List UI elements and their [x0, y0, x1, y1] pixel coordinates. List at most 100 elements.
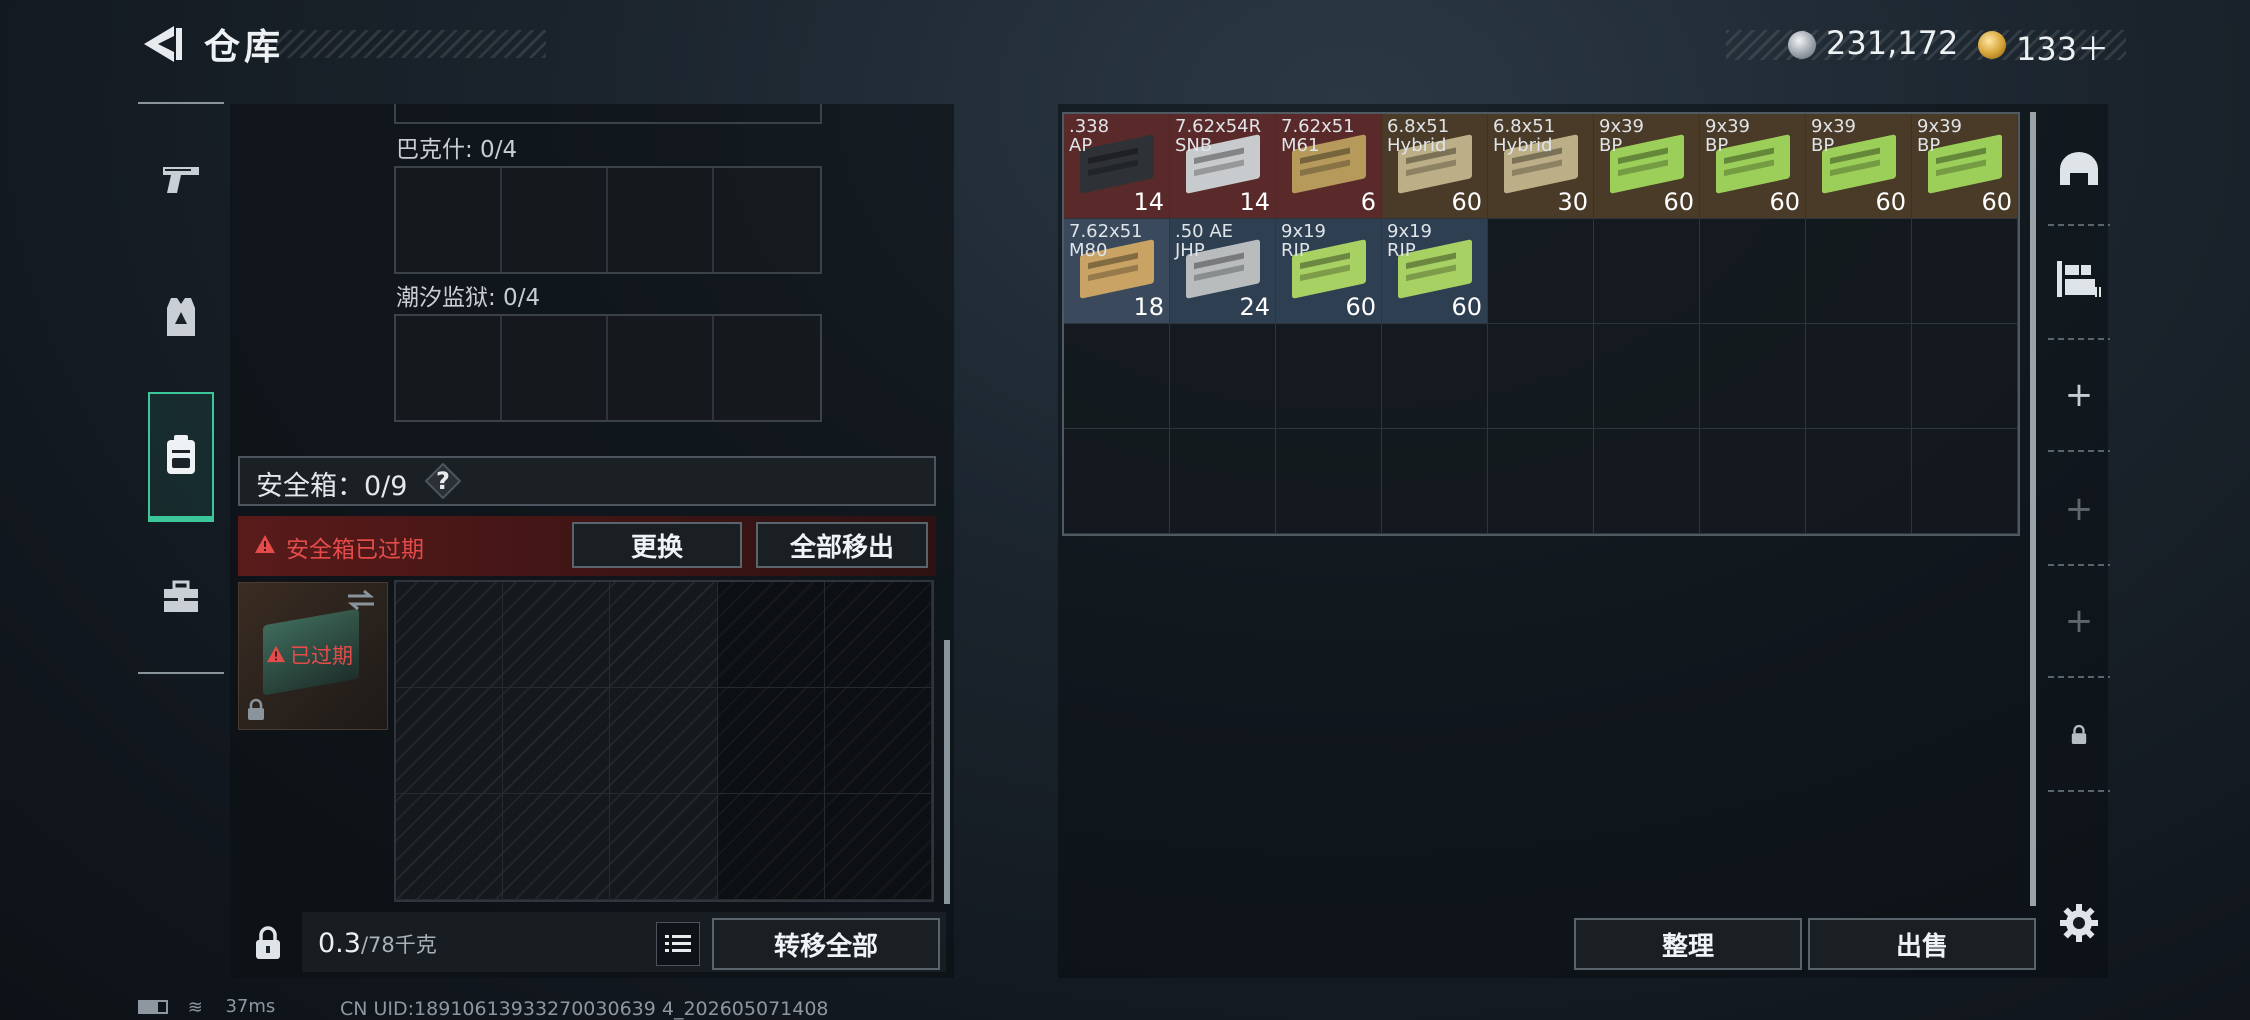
slot[interactable]: [396, 168, 502, 272]
stash-item[interactable]: 9x39 BP 60: [1806, 114, 1912, 219]
stash-slot[interactable]: [1064, 429, 1170, 534]
item-quantity: 60: [1345, 293, 1376, 321]
battery-icon: [138, 1000, 168, 1014]
stash-item[interactable]: 7.62x54R SNB 14: [1170, 114, 1276, 219]
stash-slot[interactable]: [1912, 219, 2018, 324]
safebox-expired-text: 安全箱已过期: [286, 537, 424, 563]
help-glyph: ?: [436, 467, 450, 495]
slot[interactable]: [714, 168, 820, 272]
lock-toggle-button[interactable]: [238, 914, 298, 972]
stash-item[interactable]: 6.8x51 Hybrid 60: [1382, 114, 1488, 219]
stash-slot[interactable]: [1488, 324, 1594, 429]
stash-slot[interactable]: [1382, 324, 1488, 429]
stash-item[interactable]: 9x19 RIP 60: [1276, 219, 1382, 324]
stash-slot[interactable]: [1382, 429, 1488, 534]
slot[interactable]: [503, 794, 611, 900]
slot[interactable]: [396, 582, 504, 688]
uid-readout: CN UID:18910613933270030639 4_2026050714…: [340, 998, 829, 1020]
stash-slot[interactable]: [1170, 429, 1276, 534]
stash-slot[interactable]: [1276, 324, 1382, 429]
stash-slot[interactable]: [1700, 324, 1806, 429]
stash-slot[interactable]: [1488, 429, 1594, 534]
slot-locked: [824, 582, 932, 688]
sidebar-divider: [2048, 450, 2110, 452]
storage-shelf-icon: [2057, 261, 2101, 297]
slot-group-bakhsh[interactable]: [394, 166, 822, 274]
nav-backpack[interactable]: [148, 414, 214, 496]
slot[interactable]: [610, 688, 718, 794]
slot-group-tidal-prison[interactable]: [394, 314, 822, 422]
add-storage-button[interactable]: +: [2046, 586, 2112, 656]
swap-icon[interactable]: [346, 588, 376, 612]
group-label-bakhsh: 巴克什: 0/4: [396, 137, 518, 163]
stash-slot[interactable]: [1594, 429, 1700, 534]
slot[interactable]: [610, 582, 718, 688]
slot[interactable]: [396, 688, 504, 794]
nav-weapons[interactable]: [148, 138, 214, 220]
stash-grid[interactable]: .338 AP 14 7.62x54R SNB 14 7.62x51 M61 6 6.8x5…: [1062, 112, 2020, 536]
sell-button[interactable]: 出售: [1808, 918, 2036, 970]
stash-item[interactable]: .50 AE JHP 24: [1170, 219, 1276, 324]
stash-item[interactable]: 9x19 RIP 60: [1382, 219, 1488, 324]
stash-slot[interactable]: [1594, 324, 1700, 429]
stash-slot[interactable]: [1806, 429, 1912, 534]
equipment-tab[interactable]: [2046, 134, 2112, 204]
storage-tab[interactable]: [2046, 244, 2112, 314]
list-view-button[interactable]: [656, 922, 700, 966]
stash-scrollbar[interactable]: [2030, 112, 2036, 906]
stash-slot[interactable]: [1488, 219, 1594, 324]
slot[interactable]: [608, 168, 714, 272]
transfer-all-button[interactable]: 转移全部: [712, 918, 940, 970]
lock-icon: [248, 698, 264, 720]
item-quantity: 60: [1663, 188, 1694, 216]
weight-value: 0.3: [318, 928, 361, 959]
stash-slot[interactable]: [1912, 324, 2018, 429]
stash-slot[interactable]: [1806, 219, 1912, 324]
item-quantity: 30: [1557, 188, 1588, 216]
move-all-out-button[interactable]: 全部移出: [756, 522, 928, 568]
sort-button[interactable]: 整理: [1574, 918, 1802, 970]
slot[interactable]: [503, 582, 611, 688]
slot[interactable]: [610, 794, 718, 900]
safebox-help-button[interactable]: ?: [424, 462, 462, 500]
sidebar-divider: [2048, 790, 2110, 792]
stash-slot[interactable]: [1594, 219, 1700, 324]
slot[interactable]: [608, 316, 714, 420]
slot[interactable]: [502, 316, 608, 420]
stash-slot[interactable]: [1276, 429, 1382, 534]
stash-slot[interactable]: [1912, 429, 2018, 534]
stash-slot[interactable]: [1170, 324, 1276, 429]
safebox-grid[interactable]: [394, 580, 934, 902]
slot[interactable]: [714, 316, 820, 420]
slot[interactable]: [396, 794, 504, 900]
stash-item[interactable]: 7.62x51 M80 18: [1064, 219, 1170, 324]
nav-armor[interactable]: [148, 276, 214, 358]
stash-slot[interactable]: [1806, 324, 1912, 429]
status-bar: ≋ 37ms: [138, 996, 275, 1018]
stash-slot[interactable]: [1700, 429, 1806, 534]
stash-item[interactable]: 7.62x51 M61 6: [1276, 114, 1382, 219]
stash-item[interactable]: 9x39 BP 60: [1912, 114, 2018, 219]
add-storage-button[interactable]: +: [2046, 360, 2112, 430]
item-quantity: 6: [1360, 188, 1376, 216]
nav-toolbox[interactable]: [148, 556, 214, 638]
stash-item[interactable]: 6.8x51 Hybrid 30: [1488, 114, 1594, 219]
item-name: 6.8x51 Hybrid: [1493, 116, 1556, 156]
slot[interactable]: [396, 316, 502, 420]
slot[interactable]: [502, 168, 608, 272]
replace-button[interactable]: 更换: [572, 522, 742, 568]
item-name: 7.62x51 M80: [1069, 221, 1143, 261]
add-storage-button[interactable]: +: [2046, 474, 2112, 544]
back-button[interactable]: [138, 22, 188, 66]
slot[interactable]: [503, 688, 611, 794]
nav-divider: [138, 672, 224, 674]
stash-item[interactable]: 9x39 BP 60: [1594, 114, 1700, 219]
stash-slot[interactable]: [1700, 219, 1806, 324]
stash-item[interactable]: 9x39 BP 60: [1700, 114, 1806, 219]
loadout-scrollbar[interactable]: [944, 640, 950, 904]
stash-item[interactable]: .338 AP 14: [1064, 114, 1170, 219]
gold-amount[interactable]: 133＋: [2016, 24, 2109, 70]
settings-button[interactable]: [2046, 888, 2112, 958]
slot-group-partial: [394, 104, 822, 124]
stash-slot[interactable]: [1064, 324, 1170, 429]
